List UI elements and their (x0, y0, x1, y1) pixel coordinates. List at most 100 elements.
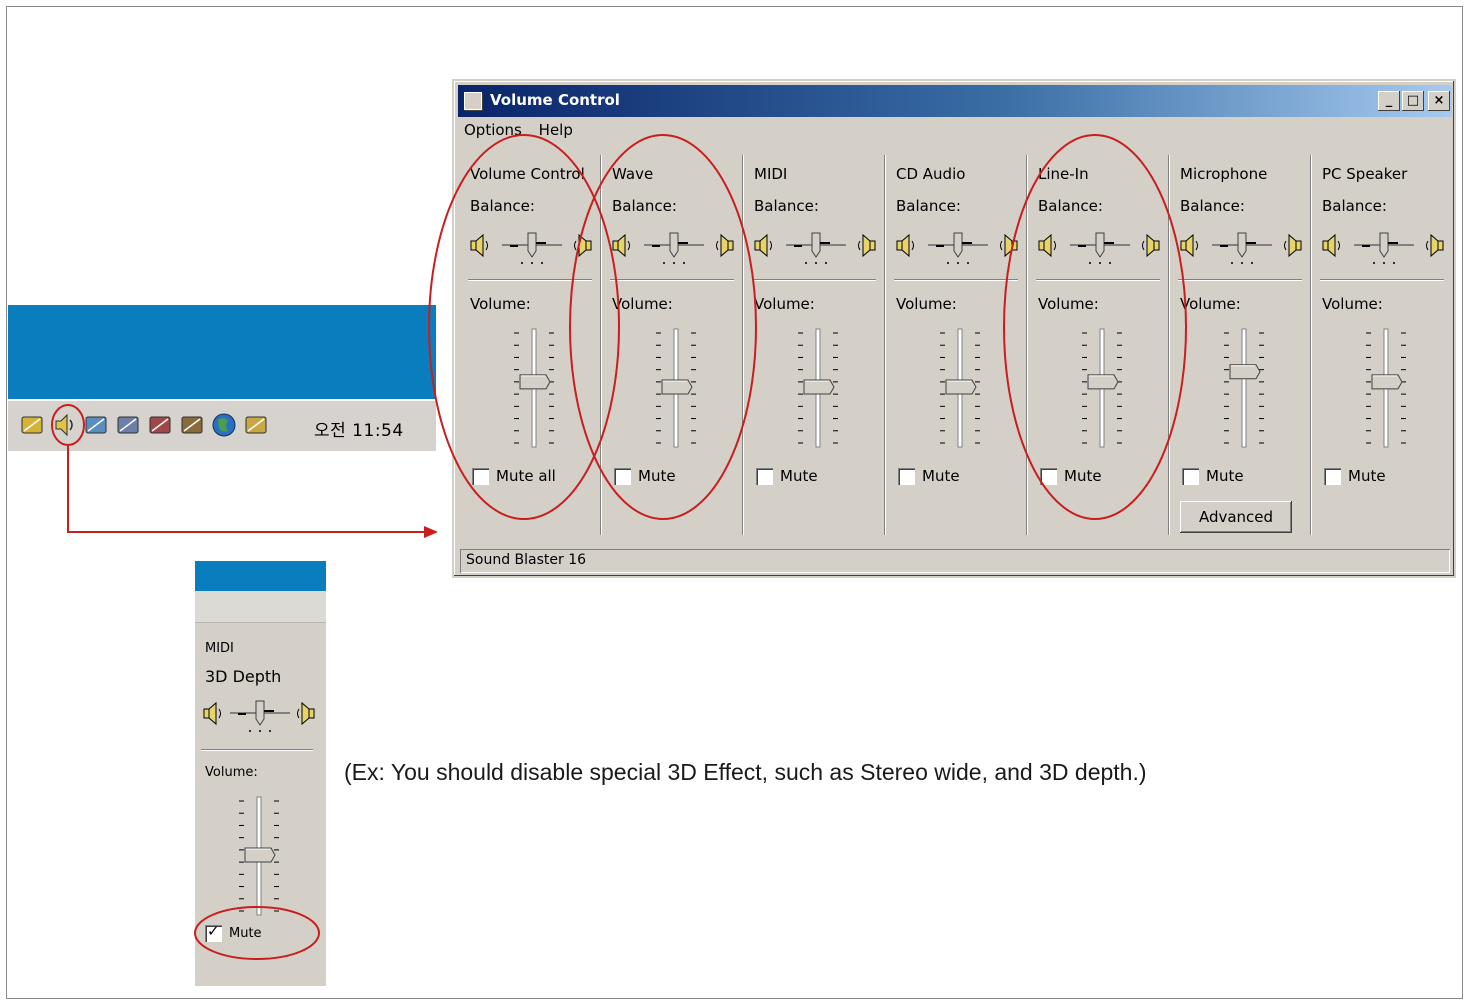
mute-checkbox[interactable]: Mute (898, 465, 960, 487)
instruction-note: (Ex: You should disable special 3D Effec… (344, 759, 1147, 785)
mute-check[interactable] (472, 467, 489, 485)
ch5-balance-graphic (1180, 232, 1302, 264)
ch3-left-speaker-icon (896, 233, 914, 258)
ch3-balance-tick-1 (957, 262, 959, 264)
volume-slider[interactable] (506, 325, 562, 451)
network-icon (85, 416, 107, 434)
ch6-balance-tick-1 (1383, 262, 1385, 264)
menu-bar: Options Help (460, 121, 581, 143)
ch1-volume-graphic (656, 328, 696, 448)
ch4-volume-graphic (1082, 328, 1122, 448)
midi-balance-tick-2 (269, 730, 271, 732)
3d-depth-slider[interactable] (201, 695, 323, 735)
ch4-balance-thumb (1095, 232, 1105, 258)
ch4-balance-graphic (1038, 232, 1160, 264)
ch3-right-speaker-icon (1000, 233, 1018, 258)
3d-depth-label: 3D Depth (205, 667, 282, 686)
volume-label: Volume: (754, 295, 815, 313)
mute-checkbox[interactable]: Mute (1040, 465, 1102, 487)
volume-slider[interactable] (648, 325, 704, 451)
mixer-channels: Volume Control Balance: Volume: Mute all Wav… (460, 147, 1450, 545)
pencil-icon (21, 416, 43, 434)
mute-label: Mute (1206, 467, 1244, 485)
mute-check[interactable] (898, 467, 915, 485)
volume-slider[interactable] (1074, 325, 1130, 451)
ch2-volume-graphic (798, 328, 838, 448)
midi-volume-label: Volume: (205, 765, 258, 780)
midi-volume-slider[interactable] (231, 793, 287, 919)
tray-clock: 오전 11:54 (314, 421, 404, 441)
mute-label: Mute (229, 926, 262, 941)
mute-label: Mute (638, 467, 676, 485)
ch0-balance-graphic (470, 232, 592, 264)
mute-checkbox[interactable]: Mute (756, 465, 818, 487)
midi-volume-thumb (244, 847, 276, 863)
midi-balance-graphic (203, 700, 315, 732)
ch5-balance-tick-0 (1231, 262, 1233, 264)
volume-slider[interactable] (1216, 325, 1272, 451)
mute-checkbox[interactable]: Mute (1182, 465, 1244, 487)
separator (1036, 279, 1160, 281)
title-bar[interactable]: Volume Control _ □ × (458, 85, 1452, 117)
balance-label: Balance: (470, 197, 535, 215)
balance-label: Balance: (754, 197, 819, 215)
balance-slider[interactable] (468, 227, 596, 267)
ch4-balance-tick-0 (1089, 262, 1091, 264)
ch2-balance-tick-2 (825, 262, 827, 264)
channel-title: MIDI (754, 165, 788, 183)
folder-icon (245, 416, 267, 434)
minimize-button[interactable]: _ (1378, 91, 1400, 111)
mute-checkbox[interactable]: Mute (614, 465, 676, 487)
channel-separator (600, 155, 602, 535)
menu-options[interactable]: Options (464, 121, 522, 139)
balance-slider[interactable] (894, 227, 1022, 267)
balance-label: Balance: (1038, 197, 1103, 215)
ch2-volume-thumb (803, 379, 835, 395)
ch3-balance-tick-2 (967, 262, 969, 264)
ch0-right-speaker-icon (574, 233, 592, 258)
status-bar: Sound Blaster 16 (460, 549, 1450, 573)
speaker-icon-wave (69, 419, 73, 431)
mute-label: Mute (1064, 467, 1102, 485)
mute-label: Mute (1348, 467, 1386, 485)
mute-check[interactable] (614, 467, 631, 485)
midi-balance-tick-1 (259, 730, 261, 732)
ch1-balance-thumb (669, 232, 679, 258)
volume-slider[interactable] (790, 325, 846, 451)
balance-slider[interactable] (610, 227, 738, 267)
channel-title: PC Speaker (1322, 165, 1408, 183)
ch0-balance-tick-1 (531, 262, 533, 264)
balance-slider[interactable] (1320, 227, 1448, 267)
ch1-balance-tick-1 (673, 262, 675, 264)
mute-check[interactable] (1182, 467, 1199, 485)
volume-slider[interactable] (932, 325, 988, 451)
balance-label: Balance: (896, 197, 961, 215)
balance-slider[interactable] (1036, 227, 1164, 267)
mute-check[interactable] (1324, 467, 1341, 485)
midi-balance-thumb (255, 700, 265, 726)
menu-help[interactable]: Help (539, 121, 573, 139)
midi-crop-menubar (195, 591, 326, 623)
ch6-balance-graphic (1322, 232, 1444, 264)
advanced-button[interactable]: Advanced (1180, 501, 1292, 533)
mute-check[interactable] (205, 922, 222, 942)
channel-pc-speaker: PC Speaker Balance: Volume: Mute (1310, 147, 1454, 545)
ch3-balance-tick-0 (947, 262, 949, 264)
maximize-button[interactable]: □ (1402, 91, 1424, 111)
close-button[interactable]: × (1428, 91, 1450, 111)
ch0-balance-thumb (527, 232, 537, 258)
balance-slider[interactable] (1178, 227, 1306, 267)
mute-check[interactable] (756, 467, 773, 485)
ch6-right-speaker-icon (1426, 233, 1444, 258)
mute-checkbox[interactable]: Mute all (472, 465, 556, 487)
mute-checkbox[interactable]: Mute (1324, 465, 1386, 487)
midi-mute-checkbox[interactable]: Mute (205, 922, 262, 942)
balance-slider[interactable] (752, 227, 880, 267)
volume-slider[interactable] (1358, 325, 1414, 451)
midi-volume-graphic (239, 796, 279, 916)
mute-check[interactable] (1040, 467, 1057, 485)
ch0-balance-tick-2 (541, 262, 543, 264)
ch5-volume-thumb (1229, 364, 1261, 380)
channel-separator (1168, 155, 1170, 535)
ch1-volume-thumb (661, 379, 693, 395)
